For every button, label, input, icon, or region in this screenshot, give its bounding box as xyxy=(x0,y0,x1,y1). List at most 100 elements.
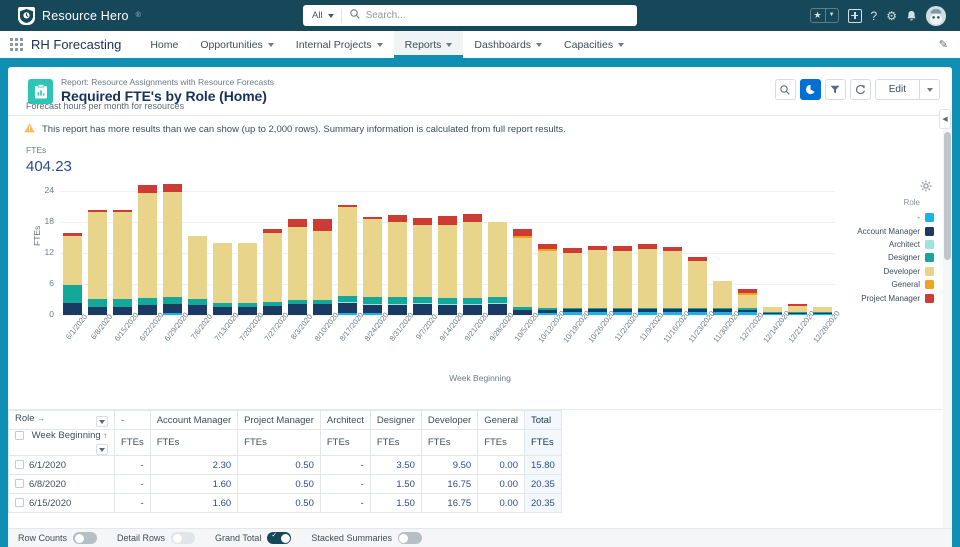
filter-button[interactable] xyxy=(824,79,846,100)
nav-item-home[interactable]: Home xyxy=(139,31,189,58)
nav-item-dashboards[interactable]: Dashboards xyxy=(463,31,553,58)
chart-bar-column[interactable] xyxy=(110,191,135,315)
chart-bar-column[interactable] xyxy=(585,191,610,315)
bar-segment[interactable] xyxy=(438,216,457,225)
group-header-dash[interactable]: - xyxy=(114,410,151,430)
stacked-bar[interactable] xyxy=(288,219,307,315)
chart-bar-column[interactable] xyxy=(360,191,385,315)
chart-bar-column[interactable] xyxy=(410,191,435,315)
bar-segment[interactable] xyxy=(388,297,407,305)
bar-segment[interactable] xyxy=(463,304,482,315)
chart-bar-column[interactable] xyxy=(135,184,160,315)
legend-entry[interactable]: Designer xyxy=(838,251,934,264)
legend-entry[interactable]: Account Manager xyxy=(838,224,934,237)
bar-segment[interactable] xyxy=(163,192,182,297)
stacked-bar[interactable] xyxy=(688,256,707,315)
bar-segment[interactable] xyxy=(413,224,432,297)
bar-segment[interactable] xyxy=(113,298,132,307)
edit-button[interactable]: Edit xyxy=(874,79,920,100)
stacked-bar[interactable] xyxy=(463,213,482,315)
stacked-bar[interactable] xyxy=(738,289,757,315)
row-value-cell[interactable]: 0.50 xyxy=(237,455,321,475)
stacked-bar[interactable] xyxy=(488,222,507,315)
chart-bar-column[interactable] xyxy=(285,191,310,315)
table-corner-week-header[interactable]: Week Beginning ↑ xyxy=(8,429,115,456)
bar-segment[interactable] xyxy=(588,250,607,308)
bar-segment[interactable] xyxy=(413,304,432,315)
bar-segment[interactable] xyxy=(788,305,807,313)
chart-bar-column[interactable] xyxy=(210,191,235,315)
bar-segment[interactable] xyxy=(688,261,707,308)
stacked-bar[interactable] xyxy=(88,209,107,315)
toggle-chart-button[interactable] xyxy=(799,79,821,100)
row-value-cell[interactable]: 0.50 xyxy=(237,474,321,494)
legend-entry[interactable]: - xyxy=(838,211,934,224)
bar-segment[interactable] xyxy=(513,229,532,236)
chart-bar-column[interactable] xyxy=(560,191,585,315)
row-counts-switch[interactable] xyxy=(73,532,98,544)
row-value-cell[interactable]: - xyxy=(319,455,371,475)
bar-segment[interactable] xyxy=(438,304,457,315)
row-value-cell[interactable]: - xyxy=(114,474,151,494)
group-header-architect[interactable]: Architect xyxy=(319,410,371,430)
row-value-cell[interactable]: 1.60 xyxy=(149,474,239,494)
row-week-cell[interactable]: 6/15/2020 xyxy=(8,493,115,513)
stacked-bar[interactable] xyxy=(613,246,632,315)
bar-segment[interactable] xyxy=(113,306,132,315)
bar-segment[interactable] xyxy=(113,212,132,299)
row-total-cell[interactable]: 15.80 xyxy=(524,455,562,475)
stacked-bar[interactable] xyxy=(388,215,407,315)
stacked-bar[interactable] xyxy=(188,235,207,315)
nav-item-reports[interactable]: Reports xyxy=(393,31,464,58)
table-row[interactable]: 6/15/2020-1.60 0.50-1.50 16.75 0.00 20.35 xyxy=(8,493,562,513)
bar-segment[interactable] xyxy=(463,213,482,223)
stacked-summaries-switch[interactable] xyxy=(397,532,422,544)
bar-segment[interactable] xyxy=(488,222,507,298)
row-checkbox[interactable] xyxy=(15,498,24,508)
row-total-cell[interactable]: 20.35 xyxy=(524,474,562,494)
bar-segment[interactable] xyxy=(263,305,282,315)
chart-bar-column[interactable] xyxy=(260,191,285,315)
stacked-bar[interactable] xyxy=(263,228,282,315)
chart-bar-column[interactable] xyxy=(660,191,685,315)
stacked-bar[interactable] xyxy=(563,248,582,315)
chart-bar-column[interactable] xyxy=(335,191,360,315)
bar-segment[interactable] xyxy=(63,235,82,286)
bar-segment[interactable] xyxy=(738,294,757,309)
bar-segment[interactable] xyxy=(463,222,482,298)
week-menu-caret-icon[interactable] xyxy=(96,444,108,455)
bar-segment[interactable] xyxy=(88,212,107,299)
toggle-grand-total[interactable]: Grand Total xyxy=(215,531,292,544)
group-header-total[interactable]: Total xyxy=(524,410,562,430)
bar-segment[interactable] xyxy=(313,304,332,315)
table-row[interactable]: 6/1/2020-2.30 0.50-3.50 9.50 0.00 15.80 xyxy=(8,455,562,475)
stacked-bar[interactable] xyxy=(438,216,457,315)
stacked-bar[interactable] xyxy=(663,246,682,315)
row-value-cell[interactable]: 3.50 xyxy=(369,455,422,475)
bar-segment[interactable] xyxy=(288,304,307,315)
bar-segment[interactable] xyxy=(138,192,157,299)
search-report-button[interactable] xyxy=(774,79,796,100)
bar-segment[interactable] xyxy=(163,303,182,314)
bar-segment[interactable] xyxy=(188,235,207,300)
row-week-cell[interactable]: 6/1/2020 xyxy=(8,455,115,475)
legend-entry[interactable]: Developer xyxy=(838,265,934,278)
favorites-button[interactable]: ★ ▼ xyxy=(809,8,839,23)
detail-rows-switch[interactable] xyxy=(171,532,196,544)
row-value-cell[interactable]: 0.00 xyxy=(477,474,525,494)
chart-bar-column[interactable] xyxy=(310,191,335,315)
scrollbar-thumb[interactable] xyxy=(944,132,951,260)
chart-settings-gear-icon[interactable] xyxy=(916,176,936,196)
bar-segment[interactable] xyxy=(313,218,332,231)
edit-menu-caret-icon[interactable] xyxy=(920,79,940,100)
chart-bar-column[interactable] xyxy=(535,191,560,315)
bar-segment[interactable] xyxy=(288,226,307,300)
chart-bar-column[interactable] xyxy=(510,191,535,315)
nav-item-internal-projects[interactable]: Internal Projects xyxy=(285,31,394,58)
row-value-cell[interactable]: - xyxy=(319,493,371,513)
bar-segment[interactable] xyxy=(188,305,207,315)
bar-segment[interactable] xyxy=(138,305,157,315)
chart-bar-column[interactable] xyxy=(185,191,210,315)
bar-segment[interactable] xyxy=(563,252,582,308)
user-avatar[interactable] xyxy=(926,5,946,26)
